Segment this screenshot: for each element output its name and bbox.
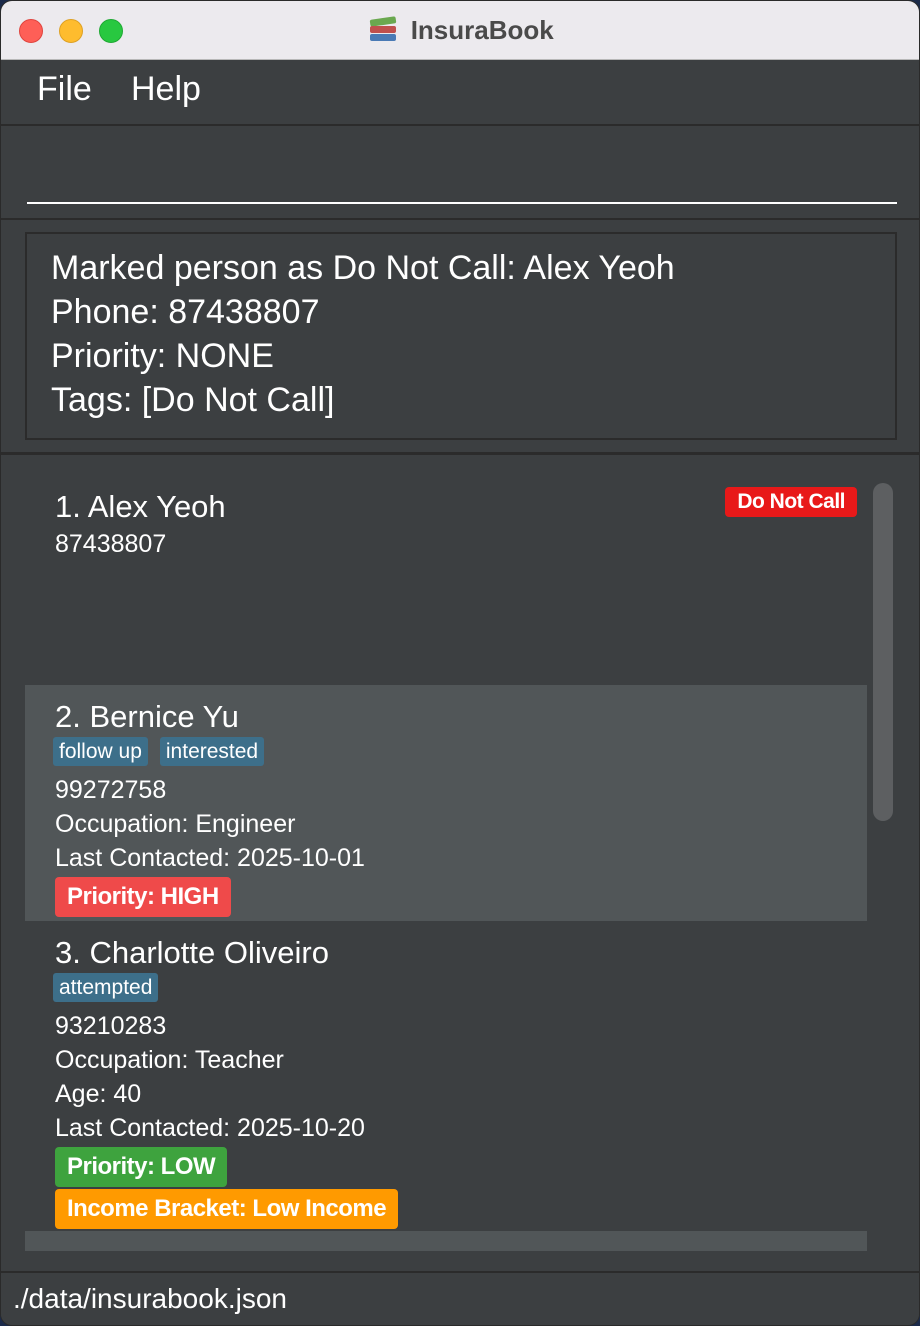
tag-list: follow up interested: [53, 737, 837, 771]
person-name: 2. Bernice Yu: [55, 699, 239, 734]
person-phone: 93210283: [55, 1012, 167, 1040]
result-line: Priority: NONE: [51, 337, 274, 375]
app-window: InsuraBook File Help Marked person as Do…: [0, 0, 920, 1326]
tag-list: attempted: [53, 973, 837, 1007]
command-box: [1, 126, 919, 220]
person-card[interactable]: 1. Alex Yeoh 87438807 Do Not Call: [25, 475, 867, 685]
result-line: Marked person as Do Not Call: Alex Yeoh: [51, 249, 675, 287]
income-bracket-badge: Income Bracket: Low Income: [55, 1189, 399, 1229]
do-not-call-badge: Do Not Call: [725, 487, 857, 517]
result-line: Tags: [Do Not Call]: [51, 381, 335, 419]
priority-badge: Priority: HIGH: [55, 877, 231, 917]
person-occupation: Occupation: Engineer: [55, 810, 296, 838]
scrollbar-thumb[interactable]: [873, 483, 893, 821]
command-input[interactable]: [27, 140, 897, 204]
result-display: Marked person as Do Not Call: Alex Yeoh …: [25, 232, 897, 440]
result-line: Phone: 87438807: [51, 293, 320, 331]
person-occupation: Occupation: Teacher: [55, 1046, 284, 1074]
person-list[interactable]: 1. Alex Yeoh 87438807 Do Not Call 2. Ber…: [25, 475, 867, 1251]
books-icon: [368, 16, 398, 44]
title-bar[interactable]: InsuraBook: [1, 1, 919, 60]
next-card-partial: [25, 1231, 867, 1251]
window-title-group: InsuraBook: [1, 13, 919, 47]
priority-badge: Priority: LOW: [55, 1147, 228, 1187]
person-age: Age: 40: [55, 1080, 142, 1108]
person-last-contacted: Last Contacted: 2025-10-01: [55, 844, 365, 872]
person-list-area: 1. Alex Yeoh 87438807 Do Not Call 2. Ber…: [1, 455, 919, 1271]
tag: attempted: [53, 973, 159, 1002]
list-scrollbar[interactable]: [873, 481, 893, 1251]
menu-file[interactable]: File: [31, 70, 98, 109]
data-file-path: ./data/insurabook.json: [13, 1283, 287, 1314]
person-phone: 87438807: [55, 530, 167, 558]
person-phone: 99272758: [55, 776, 167, 804]
tag: interested: [159, 737, 265, 766]
person-card-selected[interactable]: 2. Bernice Yu follow up interested 992727…: [25, 685, 867, 921]
person-name: 3. Charlotte Oliveiro: [55, 935, 329, 970]
tag: follow up: [53, 737, 148, 766]
window-title: InsuraBook: [410, 15, 554, 45]
result-display-area: Marked person as Do Not Call: Alex Yeoh …: [1, 220, 919, 455]
status-bar: ./data/insurabook.json: [1, 1271, 919, 1325]
menu-help[interactable]: Help: [125, 70, 207, 109]
person-card[interactable]: 3. Charlotte Oliveiro attempted 93210283…: [25, 921, 867, 1231]
person-last-contacted: Last Contacted: 2025-10-20: [55, 1114, 365, 1142]
person-name: 1. Alex Yeoh: [55, 489, 226, 524]
menu-bar: File Help: [1, 60, 919, 126]
